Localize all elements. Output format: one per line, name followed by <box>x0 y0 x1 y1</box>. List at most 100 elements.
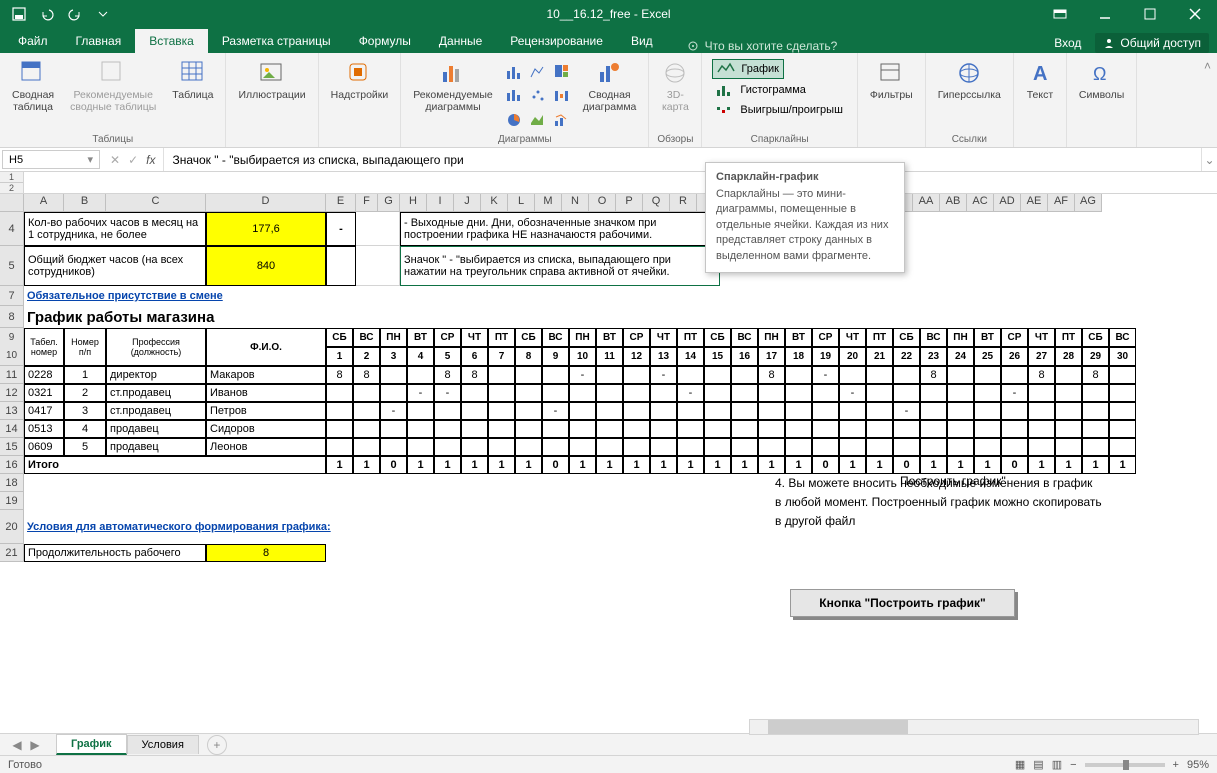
cell[interactable]: 1 <box>1055 456 1082 474</box>
cell[interactable]: 27 <box>1028 347 1055 366</box>
cell[interactable] <box>839 366 866 384</box>
cell[interactable] <box>812 402 839 420</box>
row-header[interactable]: 5 <box>0 246 24 286</box>
cell[interactable] <box>515 384 542 402</box>
cell[interactable] <box>1028 384 1055 402</box>
cell[interactable]: ВС <box>353 328 380 347</box>
cell[interactable] <box>893 384 920 402</box>
cell[interactable]: 1 <box>407 456 434 474</box>
zoom-in-icon[interactable]: + <box>1173 759 1179 771</box>
cell[interactable] <box>866 366 893 384</box>
cell[interactable]: СБ <box>704 328 731 347</box>
cell[interactable]: 15 <box>704 347 731 366</box>
cell[interactable] <box>893 420 920 438</box>
cell[interactable]: 1 <box>785 456 812 474</box>
cell[interactable]: 1 <box>1109 456 1136 474</box>
column-header[interactable]: F <box>356 194 378 212</box>
outline-level-1[interactable]: 1 <box>0 172 23 183</box>
cell[interactable]: 9 <box>542 347 569 366</box>
row-header[interactable]: 19 <box>0 492 24 510</box>
cell[interactable] <box>974 384 1001 402</box>
cell[interactable] <box>542 384 569 402</box>
cell[interactable]: 1 <box>515 456 542 474</box>
column-header[interactable]: K <box>481 194 508 212</box>
cell[interactable] <box>542 438 569 456</box>
column-header[interactable]: I <box>427 194 454 212</box>
cell[interactable]: 18 <box>785 347 812 366</box>
horizontal-scrollbar[interactable] <box>749 719 1199 735</box>
cell[interactable] <box>407 402 434 420</box>
cell[interactable] <box>380 420 407 438</box>
column-header[interactable]: P <box>616 194 643 212</box>
cell[interactable] <box>569 420 596 438</box>
column-header[interactable]: B <box>64 194 106 212</box>
cell[interactable] <box>758 402 785 420</box>
row-header[interactable]: 16 <box>0 456 24 474</box>
build-schedule-button[interactable]: Кнопка "Построить график" <box>790 589 1015 617</box>
cell[interactable] <box>434 438 461 456</box>
cell[interactable]: СБ <box>326 328 353 347</box>
cell[interactable]: 1 <box>326 347 353 366</box>
cell[interactable] <box>1028 420 1055 438</box>
cell[interactable]: Ф.И.О. <box>206 328 326 366</box>
cell[interactable] <box>974 402 1001 420</box>
cell[interactable]: 8 <box>434 366 461 384</box>
cell[interactable]: ВС <box>542 328 569 347</box>
cell[interactable]: ст.продавец <box>106 384 206 402</box>
cell[interactable] <box>731 384 758 402</box>
cell[interactable]: 4 <box>407 347 434 366</box>
cell[interactable]: 5 <box>434 347 461 366</box>
cell[interactable]: 0513 <box>24 420 64 438</box>
cell[interactable] <box>704 366 731 384</box>
row-header[interactable]: 13 <box>0 402 24 420</box>
sparkline-column-button[interactable]: Гистограмма <box>712 81 810 99</box>
cell[interactable] <box>704 402 731 420</box>
cell[interactable] <box>407 366 434 384</box>
cell[interactable] <box>353 438 380 456</box>
cell[interactable] <box>596 420 623 438</box>
share-button[interactable]: Общий доступ <box>1095 33 1209 53</box>
cell[interactable]: - <box>893 402 920 420</box>
cell[interactable] <box>866 438 893 456</box>
cell[interactable] <box>1028 438 1055 456</box>
cell[interactable]: ВС <box>1109 328 1136 347</box>
column-header[interactable]: D <box>206 194 326 212</box>
cell[interactable]: 8 <box>326 366 353 384</box>
row-header[interactable]: 11 <box>0 366 24 384</box>
cell[interactable]: директор <box>106 366 206 384</box>
sheet-tab-2[interactable]: Условия <box>127 735 199 754</box>
cell[interactable] <box>812 420 839 438</box>
row-header[interactable]: 8 <box>0 306 24 328</box>
cell[interactable] <box>461 438 488 456</box>
cell[interactable] <box>974 366 1001 384</box>
cell[interactable] <box>1055 402 1082 420</box>
cell[interactable]: ЧТ <box>650 328 677 347</box>
tab-data[interactable]: Данные <box>425 29 496 53</box>
cell[interactable]: - <box>407 384 434 402</box>
cell[interactable] <box>866 384 893 402</box>
cell[interactable]: 8 <box>461 366 488 384</box>
tab-pagelayout[interactable]: Разметка страницы <box>208 29 345 53</box>
cell[interactable]: ЧТ <box>839 328 866 347</box>
cell[interactable] <box>947 438 974 456</box>
cell[interactable] <box>785 366 812 384</box>
cell[interactable]: 8 <box>1082 366 1109 384</box>
column-header[interactable]: L <box>508 194 535 212</box>
cell[interactable]: 0 <box>542 456 569 474</box>
column-header[interactable]: E <box>326 194 356 212</box>
row-header[interactable]: 20 <box>0 510 24 544</box>
cell[interactable] <box>839 438 866 456</box>
chart-stat-icon[interactable] <box>503 85 525 107</box>
cell[interactable]: - <box>650 366 677 384</box>
cell[interactable]: - <box>326 212 356 246</box>
hyperlink-button[interactable]: Гиперссылка <box>932 57 1007 103</box>
signin-link[interactable]: Вход <box>1054 36 1081 50</box>
cell[interactable]: Сидоров <box>206 420 326 438</box>
sparkline-line-button[interactable]: График <box>712 59 784 79</box>
cell[interactable] <box>326 438 353 456</box>
cell[interactable] <box>1109 384 1136 402</box>
cell[interactable]: 1 <box>731 456 758 474</box>
sheet-tab-1[interactable]: График <box>56 734 127 755</box>
cell[interactable] <box>839 402 866 420</box>
column-header[interactable]: R <box>670 194 697 212</box>
